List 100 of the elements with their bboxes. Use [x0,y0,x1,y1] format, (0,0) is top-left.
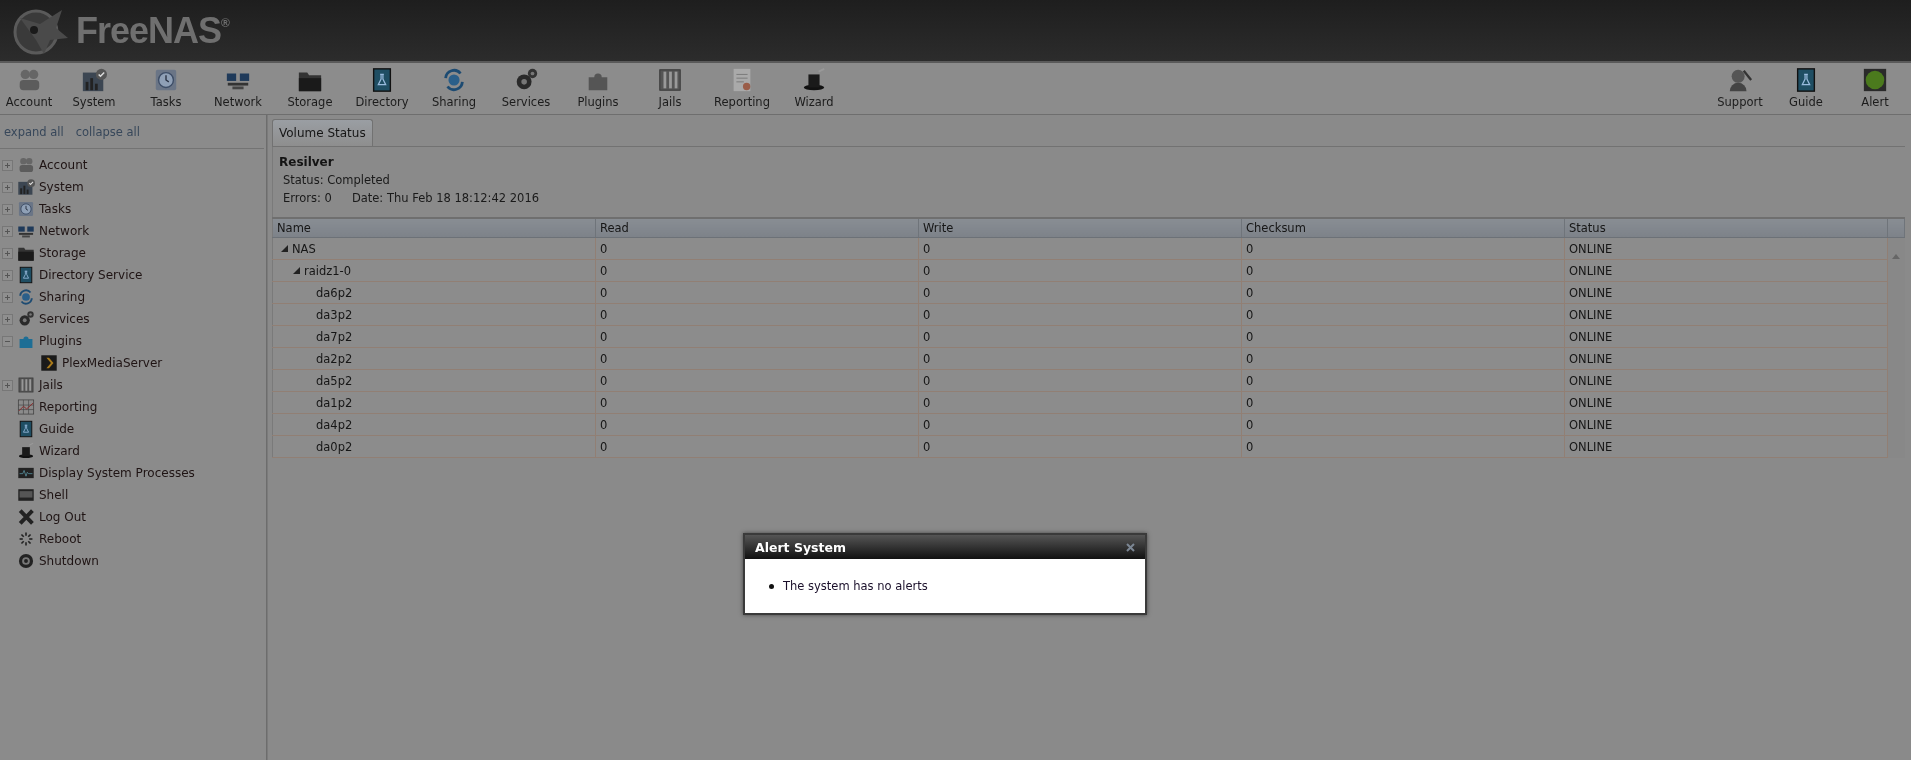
table-cell: 0 [595,281,919,304]
toolbar-button[interactable]: Storage [274,63,346,114]
table-cell: 0 [595,347,919,370]
table-cell: 0 [595,369,919,392]
person-wrench-icon [1727,67,1753,93]
hat-icon [17,442,35,460]
table-cell: da1p2 [316,395,353,410]
toolbar-button[interactable]: Guide [1773,63,1839,114]
expand-icon[interactable] [2,181,13,193]
table-cell: raidz1-0 [304,263,352,278]
tab[interactable]: Volume Status [272,119,373,146]
column-header[interactable]: Status [1564,218,1888,238]
people-icon [17,156,35,174]
sidebar-item[interactable]: Guide [39,422,75,436]
table-cell: ONLINE [1564,413,1888,436]
toolbar-button[interactable]: Jails [634,63,706,114]
table-cell: 0 [918,391,1242,414]
table-cell: 0 [918,281,1242,304]
table-cell: 0 [595,435,919,458]
toolbar-button[interactable]: Tasks [130,63,202,114]
sidebar-item[interactable]: System [39,180,84,194]
table-cell: 0 [595,303,919,326]
toolbar-button[interactable]: Reporting [706,63,778,114]
toolbar-button[interactable]: Support [1707,63,1773,114]
table-cell: da2p2 [316,351,353,366]
chart-check-icon [17,178,35,196]
expand-icon[interactable] [2,159,13,171]
table-cell: 0 [1241,237,1565,260]
table-cell: 0 [595,259,919,282]
table-cell: 0 [1241,325,1565,348]
column-header[interactable]: Name [272,218,596,238]
table-cell: da4p2 [316,417,353,432]
sidebar-item[interactable]: Display System Processes [39,466,195,480]
chevron-icon [40,354,58,372]
table-cell: da3p2 [316,307,353,322]
column-header[interactable]: Write [918,218,1242,238]
expand-icon[interactable] [2,247,13,259]
sidebar-item[interactable]: Services [39,312,90,326]
sidebar-item[interactable]: Reboot [39,532,82,546]
sidebar-item[interactable]: Tasks [39,202,72,216]
column-header[interactable]: Read [595,218,919,238]
expand-icon[interactable] [2,203,13,215]
scroll-up-icon[interactable] [1892,254,1901,259]
expanded-arrow-icon[interactable] [293,267,300,274]
table-cell: da5p2 [316,373,353,388]
alert-message: The system has no alerts [783,579,928,593]
toolbar-button[interactable]: Services [490,63,562,114]
tree-link[interactable]: collapse all [75,125,140,139]
toolbar-button[interactable]: Alert [1839,63,1911,114]
table-cell: 0 [1241,303,1565,326]
power-icon [17,552,35,570]
sidebar-item[interactable]: Storage [39,246,86,260]
sidebar-item[interactable]: Shutdown [39,554,99,568]
column-header[interactable]: Checksum [1241,218,1565,238]
table-cell: da0p2 [316,439,353,454]
sidebar-item[interactable]: Plugins [39,334,82,348]
table-cell: 0 [918,435,1242,458]
sidebar-item[interactable]: Wizard [39,444,80,458]
sidebar-item[interactable]: Jails [39,378,63,392]
table-cell: 0 [595,391,919,414]
sidebar-item[interactable]: Log Out [39,510,86,524]
table-cell: 0 [1241,435,1565,458]
terminal-icon [17,486,35,504]
expanded-arrow-icon[interactable] [281,245,288,252]
sidebar-item[interactable]: PlexMediaServer [62,356,163,370]
toolbar-button[interactable]: Plugins [562,63,634,114]
table-cell: ONLINE [1564,281,1888,304]
expand-icon[interactable] [2,269,13,281]
table-cell: ONLINE [1564,237,1888,260]
table-cell: 0 [918,259,1242,282]
toolbar-button[interactable]: Account [0,63,58,114]
table-cell: 0 [595,237,919,260]
close-button[interactable] [1126,542,1135,552]
sidebar-item[interactable]: Sharing [39,290,86,304]
collapse-icon[interactable] [2,335,13,347]
toolbar-button[interactable]: Sharing [418,63,490,114]
toolbar-button[interactable]: Wizard [778,63,850,114]
table-cell: 0 [1241,281,1565,304]
expand-icon[interactable] [2,313,13,325]
expand-icon[interactable] [2,225,13,237]
sidebar-item[interactable]: Shell [39,488,69,502]
section-title: Resilver [279,155,335,169]
sidebar-item[interactable]: Directory Service [39,268,143,282]
table-cell: 0 [595,325,919,348]
bars-icon [17,376,35,394]
table-cell: 0 [595,413,919,436]
expand-icon[interactable] [2,379,13,391]
sync-icon [17,288,35,306]
toolbar-button[interactable]: Directory [346,63,418,114]
tree-link[interactable]: expand all [4,125,64,139]
line-chart-icon [17,398,35,416]
sidebar-item[interactable]: Network [39,224,90,238]
toolbar-button[interactable]: System [58,63,130,114]
sidebar-item[interactable]: Account [39,158,88,172]
dialog-title: Alert System [755,539,846,555]
spinner-icon [17,530,35,548]
expand-icon[interactable] [2,291,13,303]
toolbar-button[interactable]: Network [202,63,274,114]
sidebar-item[interactable]: Reporting [39,400,98,414]
table-cell: 0 [918,303,1242,326]
